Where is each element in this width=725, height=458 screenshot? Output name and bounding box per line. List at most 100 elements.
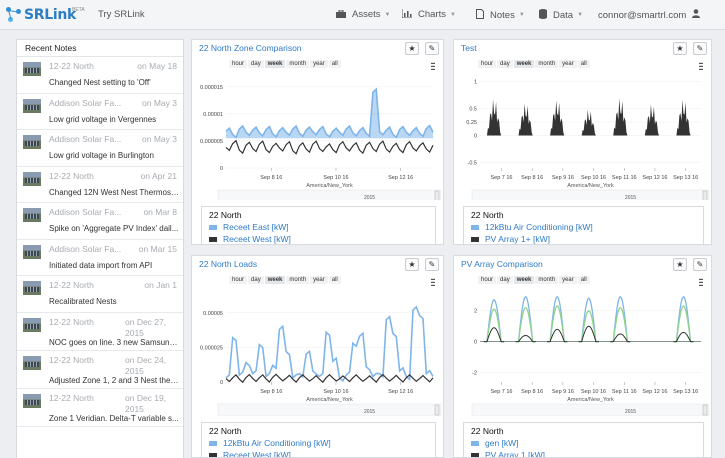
- panel-title[interactable]: 22 North Zone Comparison: [199, 43, 302, 53]
- briefcase-icon: [336, 9, 346, 20]
- x-tick-label: Sep 10 16: [323, 389, 348, 395]
- edit-chart-button[interactable]: ✎: [693, 258, 707, 271]
- y-tick-label: 0.25: [466, 120, 477, 126]
- favorite-star-button[interactable]: ★: [673, 258, 687, 271]
- list-item[interactable]: 12-22 North on Dec 27, 2015 NOC goes on lin…: [17, 313, 183, 351]
- list-item[interactable]: Addison Solar Fa... on Mar 8 Spike on 'Agg…: [17, 203, 183, 240]
- panel-title[interactable]: 22 North Loads: [199, 259, 257, 269]
- range-day-button[interactable]: day: [497, 60, 513, 68]
- series-line: [225, 305, 434, 383]
- favorite-star-button[interactable]: ★: [405, 42, 419, 55]
- daily-curve: [547, 295, 568, 343]
- favorite-star-button[interactable]: ★: [673, 42, 687, 55]
- legend-label: PV Array 1+ [kW]: [485, 234, 550, 244]
- legend-item[interactable]: 12kBtu Air Conditioning [kW]: [471, 222, 703, 232]
- nav-notes[interactable]: Notes ▼: [476, 9, 525, 21]
- edit-chart-button[interactable]: ✎: [693, 42, 707, 55]
- range-week-button[interactable]: week: [513, 60, 535, 68]
- user-menu[interactable]: connor@smartrl.com: [598, 9, 701, 21]
- panel-title[interactable]: Test: [461, 43, 477, 53]
- legend-item[interactable]: PV Array 1 [kW]: [471, 450, 703, 457]
- recent-notes-panel: Recent Notes 12-22 North on May 18 Changed…: [16, 39, 184, 458]
- hamburger-menu-icon[interactable]: ▬ ▬ ▬: [699, 277, 703, 287]
- daily-area: [550, 100, 565, 136]
- range-all-button[interactable]: all: [328, 60, 341, 68]
- range-year-button[interactable]: year: [559, 276, 577, 284]
- note-text: Low grid voltage in Vergennes: [49, 114, 157, 124]
- nav-data[interactable]: Data ▼: [539, 9, 583, 21]
- timezone-label: America/New_York: [567, 397, 614, 403]
- note-source: 12-22 North: [49, 392, 94, 403]
- srlink-logo[interactable]: SRLink BETA: [6, 4, 86, 26]
- list-item[interactable]: 12-22 North on Dec 19, 2015 Zone 1 Veridian…: [17, 389, 183, 427]
- x-tick-label: Sep 13 16: [673, 389, 698, 395]
- legend-item[interactable]: Receet West [kW]: [209, 450, 435, 457]
- x-tick-label: Sep 13 16: [673, 175, 698, 181]
- range-hour-button[interactable]: hour: [229, 60, 248, 68]
- list-item[interactable]: 12-22 North on Jan 1 Recalibrated Nests: [17, 276, 183, 313]
- range-month-button[interactable]: month: [286, 60, 310, 68]
- range-day-button[interactable]: day: [497, 276, 513, 284]
- top-navbar: SRLink BETA Try SRLink Assets ▼ Charts ▼ N…: [0, 0, 725, 30]
- chart-panel-p1: 22 North Zone Comparison ★ ✎ hour day week mon…: [191, 39, 444, 245]
- try-srlink-link[interactable]: Try SRLink: [98, 9, 145, 20]
- range-week-button[interactable]: week: [264, 276, 286, 284]
- daily-curve: [515, 295, 536, 343]
- y-tick-label: 0.000025: [200, 345, 223, 351]
- range-all-button[interactable]: all: [328, 276, 341, 284]
- range-hour-button[interactable]: hour: [229, 276, 248, 284]
- legend-item[interactable]: Receet West [kW]: [209, 234, 435, 244]
- range-selector: hour day week month year all: [229, 276, 342, 284]
- legend-item[interactable]: 12kBtu Air Conditioning [kW]: [209, 438, 435, 448]
- chevron-down-icon: ▼: [577, 12, 584, 18]
- range-month-button[interactable]: month: [286, 276, 310, 284]
- legend-item[interactable]: gen [kW]: [471, 438, 703, 448]
- series-line: [225, 139, 434, 155]
- nav-assets[interactable]: Assets ▼: [336, 9, 390, 20]
- hamburger-menu-icon[interactable]: ▬ ▬ ▬: [431, 277, 435, 287]
- list-item[interactable]: 12-22 North on May 18 Changed Nest setting…: [17, 57, 183, 94]
- hamburger-menu-icon[interactable]: ▬ ▬ ▬: [699, 61, 703, 71]
- range-month-button[interactable]: month: [535, 60, 559, 68]
- list-item[interactable]: 12-22 North on Dec 24, 2015 Adjusted Zone 1…: [17, 351, 183, 389]
- edit-chart-button[interactable]: ✎: [425, 42, 439, 55]
- y-tick-label: 0: [474, 340, 477, 346]
- favorite-star-button[interactable]: ★: [405, 258, 419, 271]
- range-week-button[interactable]: week: [513, 276, 535, 284]
- range-hour-button[interactable]: hour: [478, 276, 497, 284]
- range-week-button[interactable]: week: [264, 60, 286, 68]
- range-year-button[interactable]: year: [310, 276, 328, 284]
- range-year-button[interactable]: year: [559, 60, 577, 68]
- navigator-track: [217, 189, 442, 200]
- range-month-button[interactable]: month: [535, 276, 559, 284]
- legend-item[interactable]: Receet East [kW]: [209, 222, 435, 232]
- note-date: on May 18: [137, 61, 177, 71]
- list-item[interactable]: Addison Solar Fa... on May 3 Low grid volt…: [17, 94, 183, 130]
- range-day-button[interactable]: day: [248, 276, 264, 284]
- hamburger-menu-icon[interactable]: ▬ ▬ ▬: [431, 61, 435, 71]
- legend-swatch: [471, 440, 479, 446]
- list-item[interactable]: Addison Solar Fa... on Mar 15 Initiated da…: [17, 240, 183, 276]
- legend-item[interactable]: PV Array 1+ [kW]: [471, 234, 703, 244]
- x-tick-label: Sep 11 16: [612, 175, 637, 181]
- x-tick-label: Sep 10 16: [581, 389, 606, 395]
- range-hour-button[interactable]: hour: [478, 60, 497, 68]
- daily-curve: [515, 306, 536, 343]
- nav-charts[interactable]: Charts ▼: [401, 9, 456, 20]
- range-year-button[interactable]: year: [310, 60, 328, 68]
- list-item[interactable]: 12-22 North on Apr 21 Changed 12N West Nes…: [17, 167, 183, 203]
- star-icon: ★: [408, 260, 416, 269]
- edit-chart-button[interactable]: ✎: [425, 258, 439, 271]
- range-all-button[interactable]: all: [577, 276, 590, 284]
- panel-title[interactable]: PV Array Comparison: [461, 259, 543, 269]
- range-day-button[interactable]: day: [248, 60, 264, 68]
- navigator-handle: [434, 190, 440, 200]
- note-date: on Mar 15: [138, 243, 177, 254]
- daily-curve: [673, 295, 694, 343]
- y-tick-label: 0.000005: [200, 139, 223, 145]
- range-all-button[interactable]: all: [577, 60, 590, 68]
- navigator-track: [217, 403, 442, 416]
- list-item[interactable]: Addison Solar Fa... on May 3 Low grid volt…: [17, 130, 183, 167]
- x-tick-label: Sep 10 16: [581, 175, 606, 181]
- star-icon: ★: [408, 44, 416, 53]
